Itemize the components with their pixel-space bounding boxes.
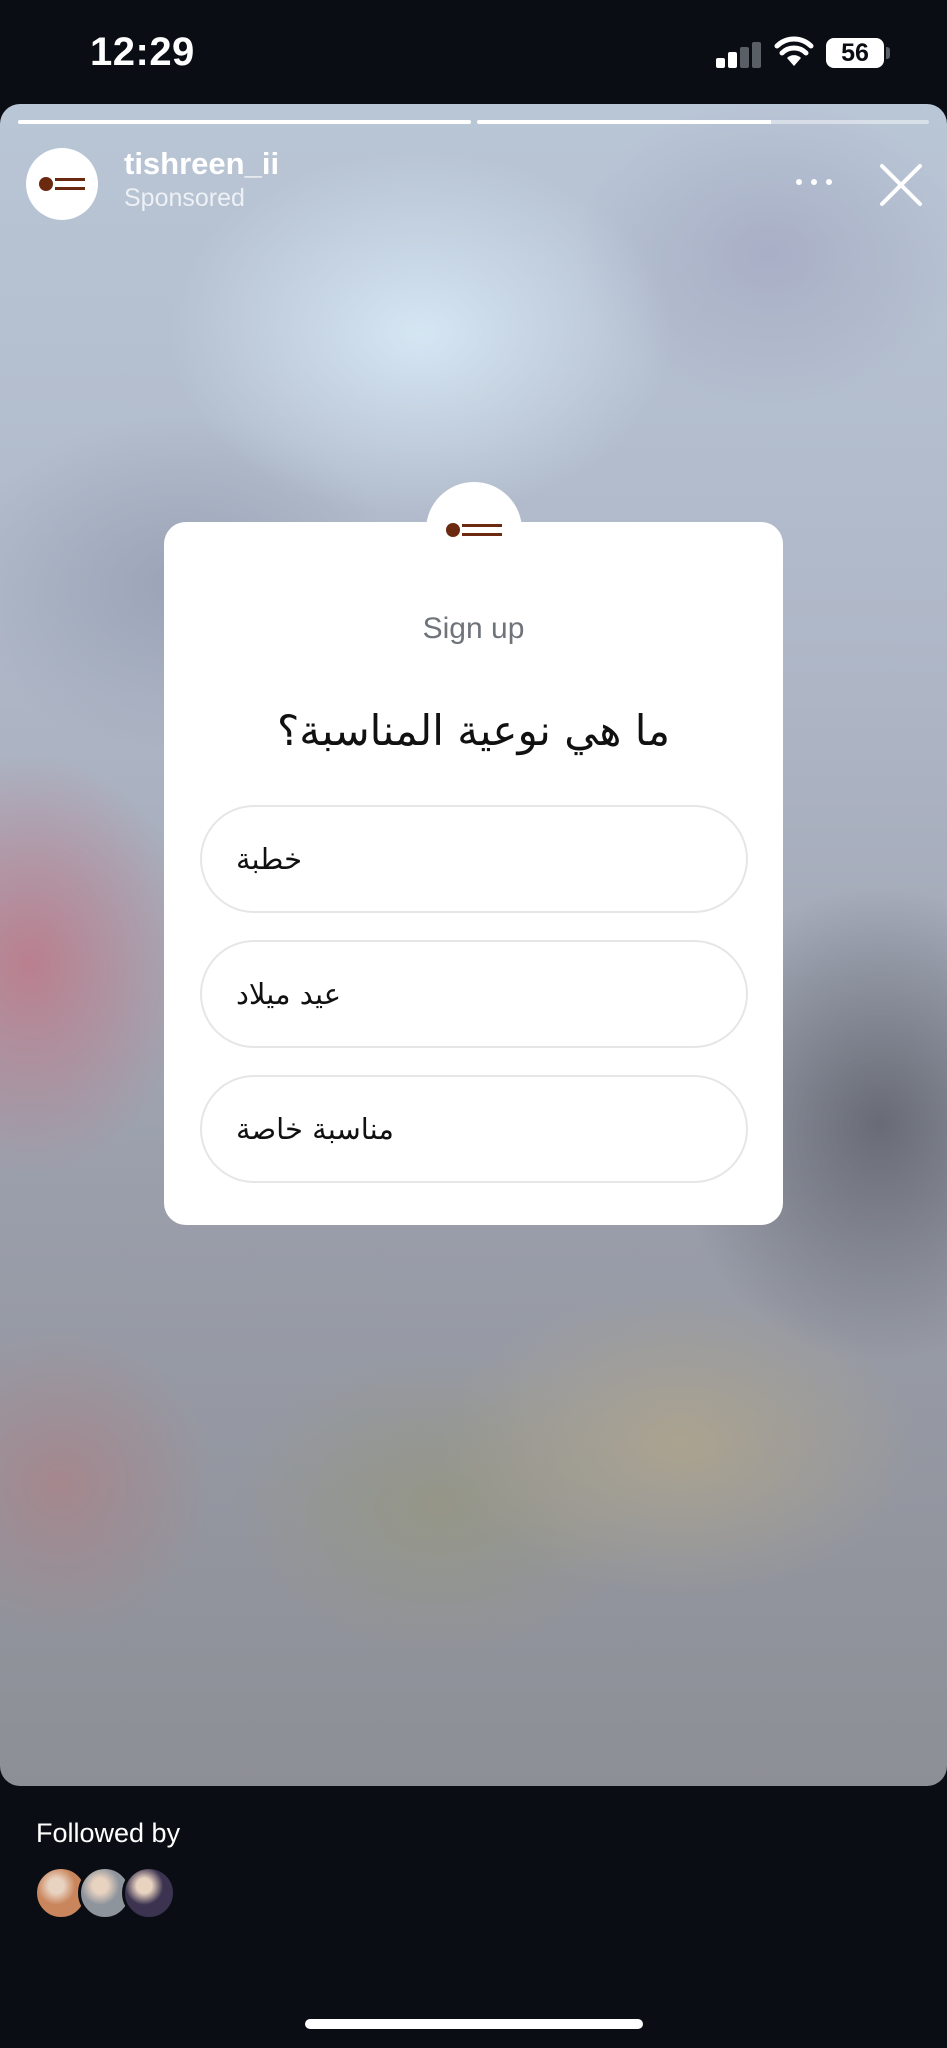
poll-option[interactable]: خطبة [200, 805, 748, 913]
tishreen-logo-icon [39, 177, 85, 191]
tishreen-logo-icon [446, 523, 502, 537]
poll-option[interactable]: عيد ميلاد [200, 940, 748, 1048]
cellular-signal-icon [716, 42, 762, 68]
progress-segment [476, 120, 929, 124]
followed-by-label: Followed by [36, 1818, 181, 1848]
brand-logo [426, 482, 522, 578]
close-icon [880, 164, 922, 206]
account-avatar[interactable] [26, 148, 98, 220]
status-time: 12:29 [90, 30, 195, 74]
battery-cap [886, 47, 890, 59]
battery-indicator: 56 [826, 38, 884, 68]
follower-avatar[interactable] [122, 1866, 176, 1920]
progress-segment [18, 120, 471, 124]
follower-avatars[interactable] [34, 1866, 194, 1922]
home-indicator[interactable] [305, 2019, 643, 2029]
story-view[interactable]: tishreen_ii Sponsored Sign up ما هي نوعي… [0, 104, 947, 1786]
status-bar: 12:29 56 [0, 0, 947, 104]
progress-fill [476, 120, 771, 124]
poll-card: Sign up ما هي نوعية المناسبة؟ خطبة عيد م… [164, 482, 783, 1225]
progress-fill [18, 120, 471, 124]
poll-question: ما هي نوعية المناسبة؟ [276, 706, 671, 755]
poll-option-label: مناسبة خاصة [236, 1112, 394, 1146]
poll-title: Sign up [422, 612, 525, 645]
poll-option[interactable]: مناسبة خاصة [200, 1075, 748, 1183]
story-progress [18, 120, 929, 124]
poll-option-label: عيد ميلاد [236, 977, 341, 1011]
story-header: tishreen_ii Sponsored [0, 142, 947, 222]
sponsored-label: Sponsored [124, 184, 245, 212]
wifi-icon [774, 36, 814, 66]
more-options-button[interactable] [790, 166, 838, 198]
close-button[interactable] [876, 160, 926, 210]
poll-option-label: خطبة [236, 842, 303, 876]
more-horizontal-icon [796, 179, 802, 185]
account-username[interactable]: tishreen_ii [124, 146, 279, 182]
